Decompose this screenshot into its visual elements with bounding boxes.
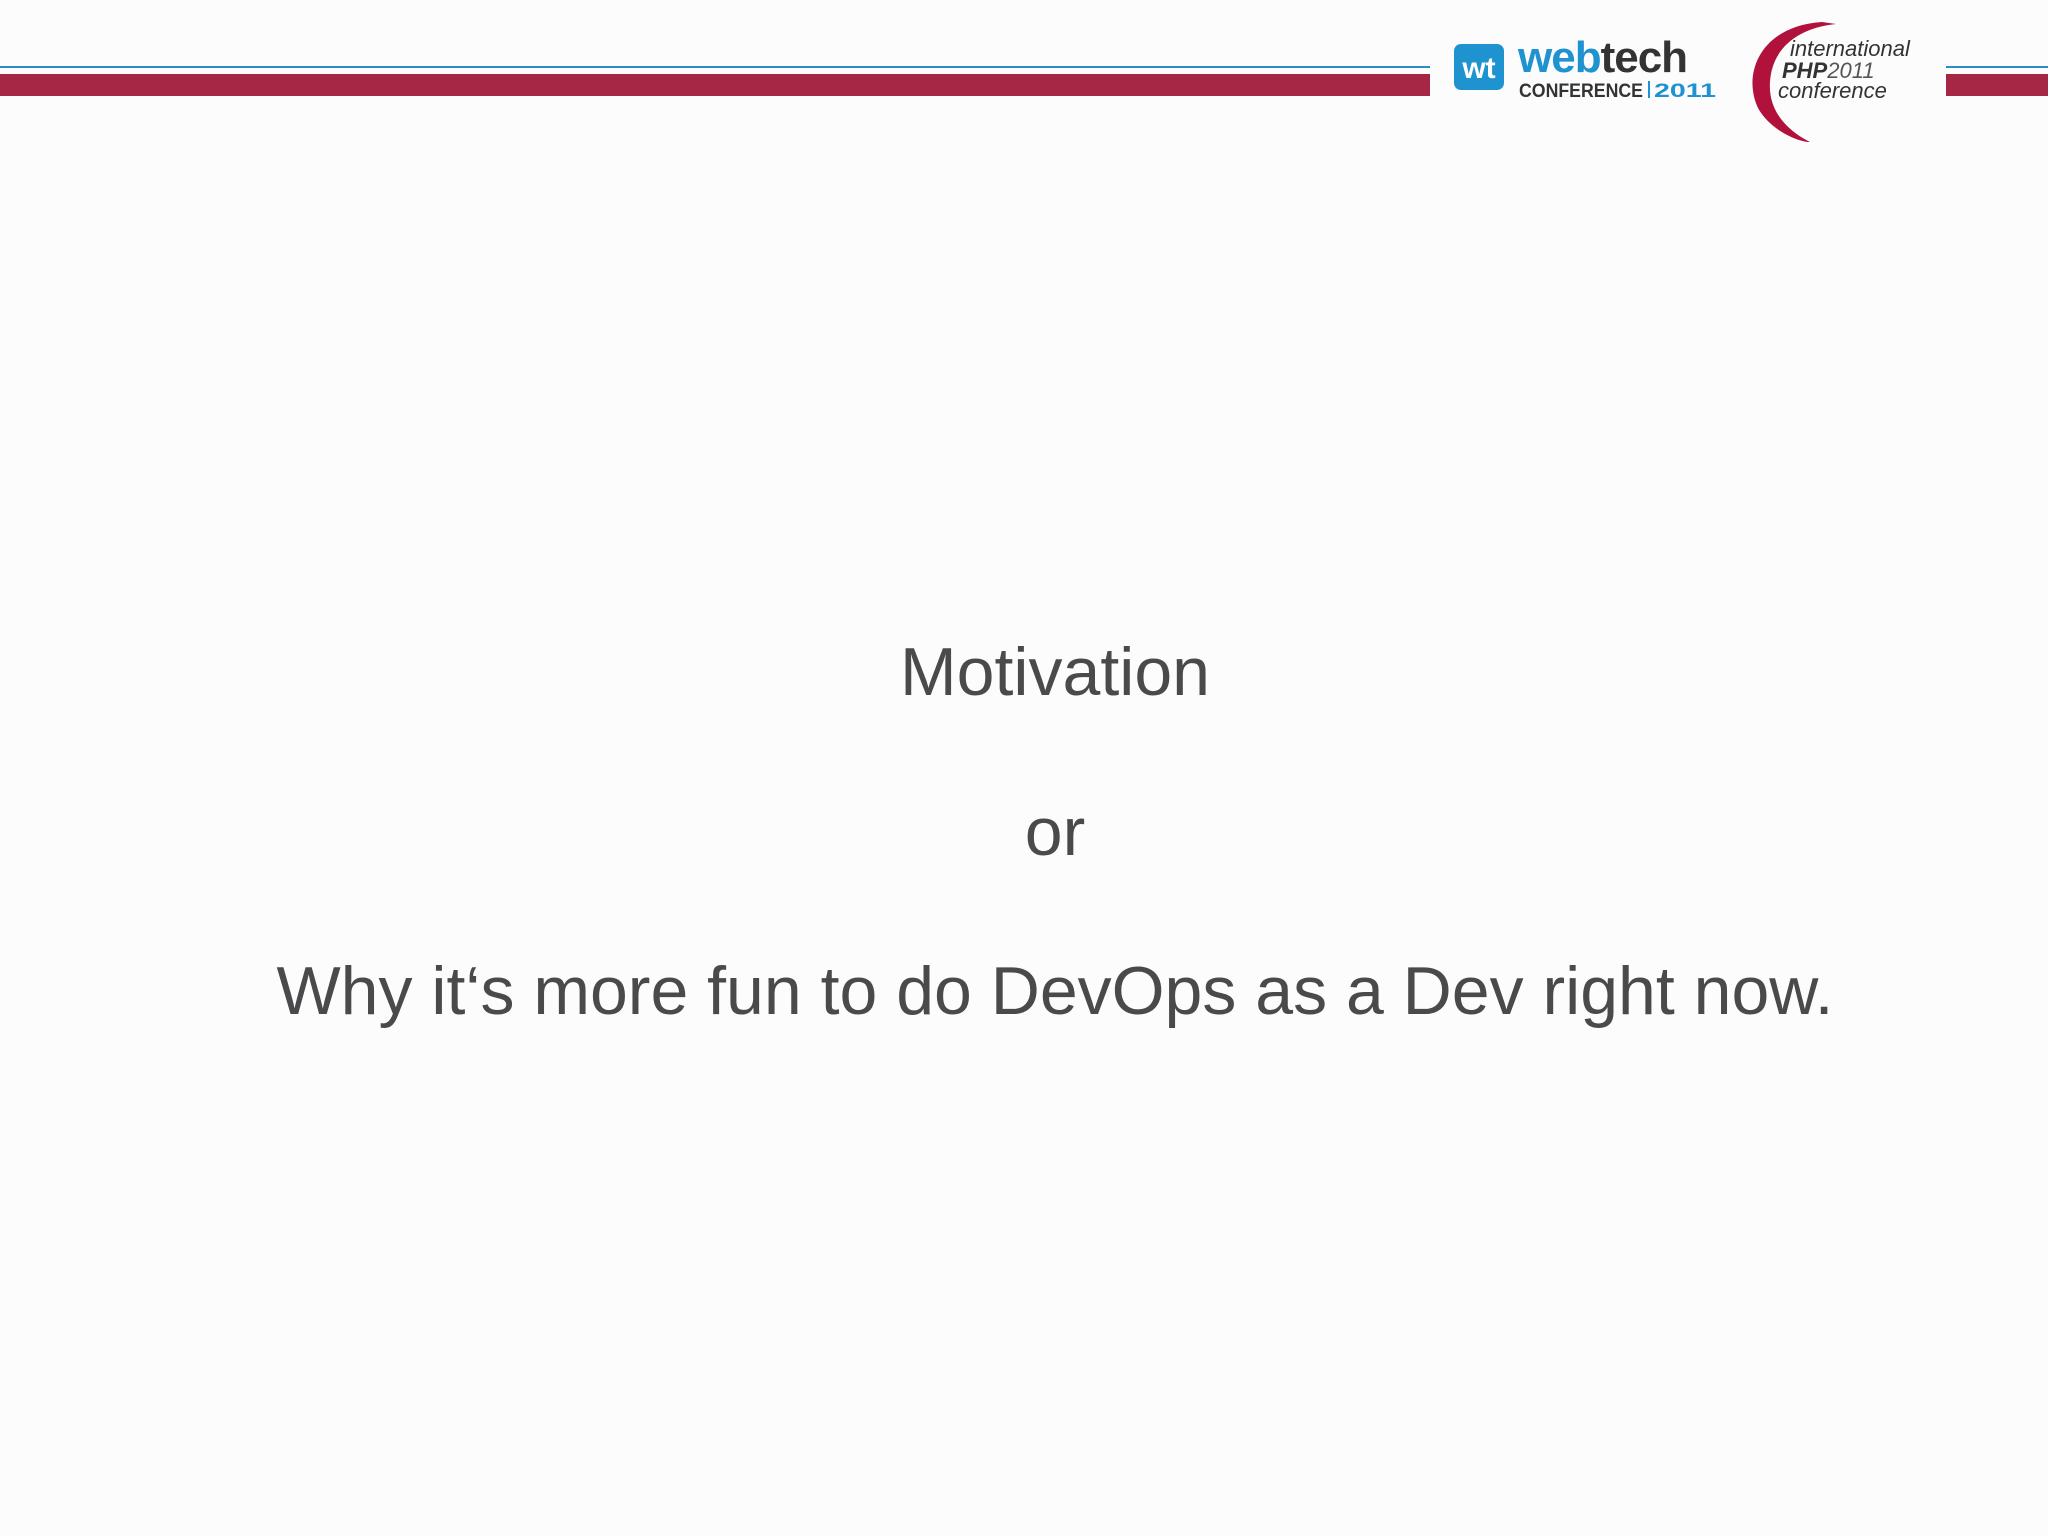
webtech-subtitle-year: 2011 <box>1654 81 1717 102</box>
webtech-conference-logo: wt webtech CONFERENCE 2011 <box>1454 33 1717 102</box>
slide-connector-text: or <box>1024 794 1086 870</box>
header-stripe-red-right <box>1946 74 2048 96</box>
slide-title: Motivation <box>900 634 1210 710</box>
header-stripe-red-left <box>0 74 1430 96</box>
slide-subtitle: Why it‘s more fun to do DevOps as a Dev … <box>276 953 1834 1029</box>
php-conference-logo: international PHP2011 conference <box>1752 22 1911 142</box>
webtech-subtitle-conference: CONFERENCE <box>1519 81 1643 102</box>
header-stripe-blue-left <box>0 66 1430 68</box>
slide: wt webtech CONFERENCE 2011 international… <box>0 0 2048 1536</box>
webtech-word-web: web <box>1517 33 1601 82</box>
header-stripe-blue-right <box>1946 66 2048 68</box>
webtech-wordmark: webtech <box>1517 33 1687 82</box>
webtech-mark-text: wt <box>1461 52 1495 85</box>
webtech-word-tech: tech <box>1601 33 1687 82</box>
php-logo-line-conference: conference <box>1778 78 1887 103</box>
